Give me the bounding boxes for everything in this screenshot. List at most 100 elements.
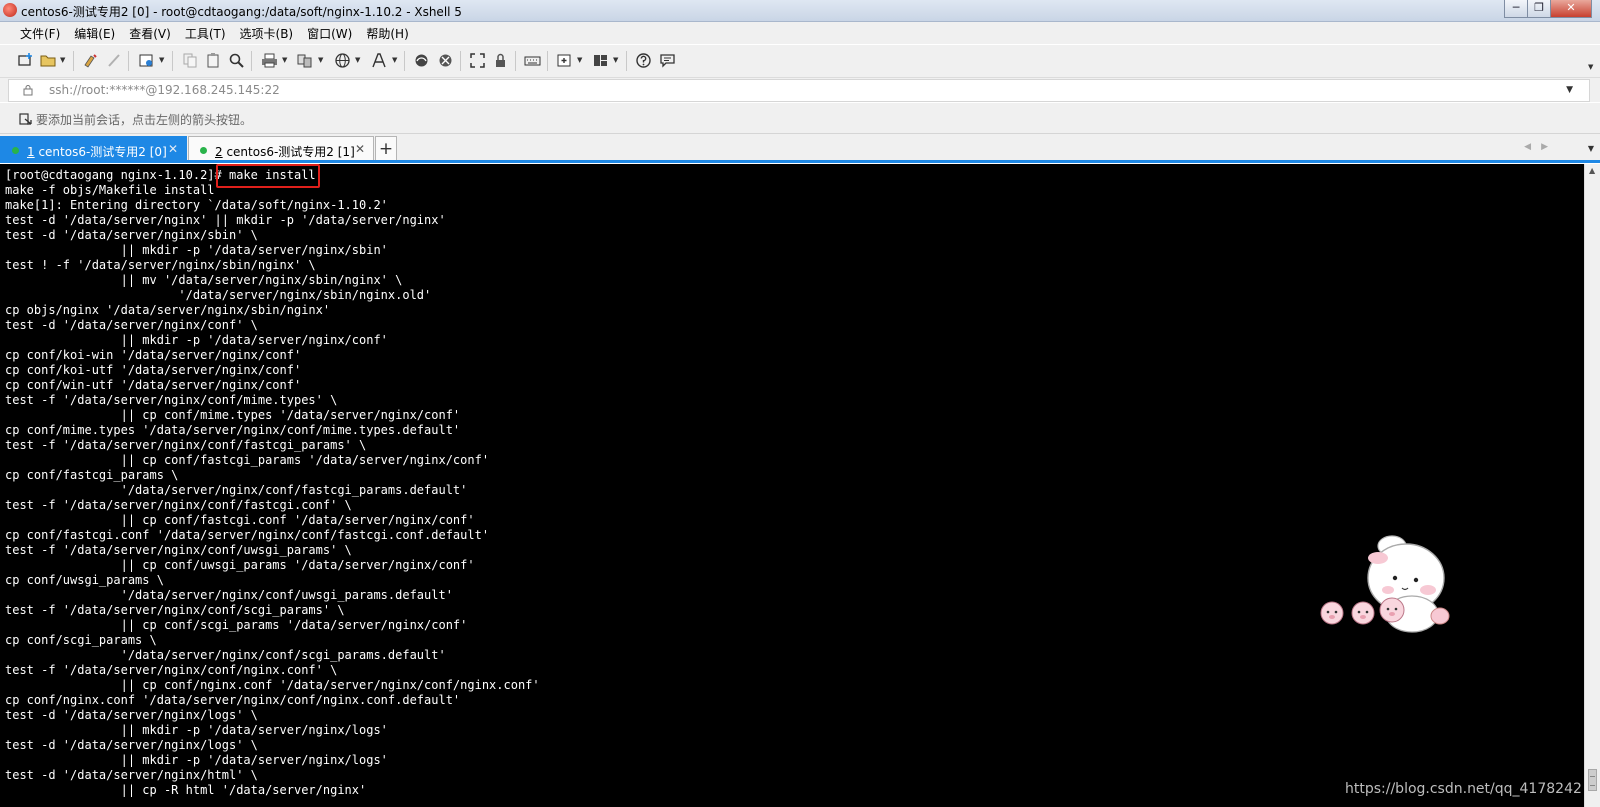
transfer-dropdown-arrow-icon[interactable]: ▼ [318, 56, 323, 64]
find-icon[interactable] [228, 52, 245, 69]
close-button[interactable]: ✕ [1550, 0, 1592, 18]
terminal-line: cp objs/nginx '/data/server/nginx/sbin/n… [5, 303, 331, 317]
window-title: centos6-测试专用2 [0] - root@cdtaogang:/data… [21, 5, 462, 19]
address-dropdown-icon[interactable]: ▼ [1566, 85, 1573, 95]
toolbar-separator [251, 51, 252, 71]
web-dropdown-arrow-icon[interactable]: ▼ [355, 56, 360, 64]
disconnect-icon[interactable] [106, 52, 123, 69]
hint-text: 要添加当前会话，点击左侧的箭头按钮。 [36, 113, 253, 127]
terminal-line: '/data/server/nginx/sbin/nginx.old' [5, 288, 432, 302]
print-dropdown-arrow-icon[interactable]: ▼ [282, 56, 287, 64]
scroll-thumb[interactable] [1588, 769, 1597, 791]
restore-button[interactable]: ❐ [1527, 0, 1551, 18]
keyboard-icon[interactable] [524, 52, 541, 69]
terminal-line: cp conf/uwsgi_params \ [5, 573, 164, 587]
menu-file[interactable]: 文件(F) [13, 25, 67, 42]
help-icon[interactable] [635, 52, 652, 69]
terminal-line: test -f '/data/server/nginx/conf/mime.ty… [5, 393, 338, 407]
terminal-line: test -f '/data/server/nginx/conf/fastcgi… [5, 438, 367, 452]
terminal-line: make[1]: Entering directory `/data/soft/… [5, 198, 388, 212]
terminal-line: || cp conf/fastcgi_params '/data/server/… [5, 453, 490, 467]
properties-dropdown-arrow-icon[interactable]: ▼ [159, 56, 164, 64]
terminal-line: test -d '/data/server/nginx/conf' \ [5, 318, 258, 332]
toolbar-separator [404, 51, 405, 71]
tab-list-dropdown-icon[interactable]: ▼ [1588, 144, 1594, 153]
terminal-line: || cp conf/mime.types '/data/server/ngin… [5, 408, 461, 422]
lock-icon[interactable] [492, 52, 509, 69]
active-tab-underline [0, 160, 1600, 163]
terminal-line: make -f objs/Makefile install [5, 183, 215, 197]
terminal-output[interactable]: [root@cdtaogang nginx-1.10.2]# make inst… [0, 164, 1584, 807]
scroll-grip-icon [1590, 776, 1595, 786]
terminal-line: test -f '/data/server/nginx/conf/nginx.c… [5, 663, 338, 677]
toolbar-separator [460, 51, 461, 71]
open-folder-icon[interactable] [40, 52, 57, 69]
terminal-line: || mkdir -p '/data/server/nginx/logs' [5, 723, 388, 737]
terminal-line: '/data/server/nginx/conf/fastcgi_params.… [5, 483, 468, 497]
tab-title: centos6-测试专用2 [0] [34, 145, 167, 159]
open-dropdown-arrow-icon[interactable]: ▼ [60, 56, 65, 64]
toolbar-separator [73, 51, 74, 71]
tab-label: 2 centos6-测试专用2 [1] [215, 143, 355, 160]
toolbar-separator [626, 51, 627, 71]
new-session-icon[interactable] [17, 52, 34, 69]
terminal-scrollbar[interactable]: ▲ [1584, 164, 1600, 807]
web-icon[interactable] [334, 52, 351, 69]
window-controls: ─ ❐ ✕ [1504, 0, 1592, 18]
title-bar: centos6-测试专用2 [0] - root@cdtaogang:/data… [0, 0, 1600, 22]
chat-icon[interactable] [659, 52, 676, 69]
xmanager-icon[interactable] [437, 52, 454, 69]
xftp-icon[interactable] [413, 52, 430, 69]
toolbar-separator [128, 51, 129, 71]
compose-icon[interactable] [556, 52, 573, 69]
layout-dropdown-arrow-icon[interactable]: ▼ [613, 56, 618, 64]
tab-close-icon[interactable]: ✕ [355, 142, 365, 156]
menu-help[interactable]: 帮助(H) [359, 25, 415, 42]
address-field[interactable]: ssh://root:******@192.168.245.145:22 ▼ [8, 79, 1590, 102]
terminal-line: cp conf/nginx.conf '/data/server/nginx/c… [5, 693, 461, 707]
reconnect-icon[interactable] [82, 52, 99, 69]
terminal-line: test -d '/data/server/nginx' || mkdir -p… [5, 213, 446, 227]
font-dropdown-arrow-icon[interactable]: ▼ [392, 56, 397, 64]
terminal-line: || mkdir -p '/data/server/nginx/logs' [5, 753, 388, 767]
compose-dropdown-arrow-icon[interactable]: ▼ [577, 56, 582, 64]
terminal-line: cp conf/mime.types '/data/server/nginx/c… [5, 423, 461, 437]
terminal-line: test ! -f '/data/server/nginx/sbin/nginx… [5, 258, 316, 272]
terminal-line: test -d '/data/server/nginx/sbin' \ [5, 228, 258, 242]
menu-window[interactable]: 窗口(W) [300, 25, 359, 42]
terminal-line: test -d '/data/server/nginx/logs' \ [5, 708, 258, 722]
tab-session-2[interactable]: 2 centos6-测试专用2 [1] ✕ [188, 136, 374, 162]
menu-edit[interactable]: 编辑(E) [67, 25, 122, 42]
terminal-line: || cp conf/nginx.conf '/data/server/ngin… [5, 678, 540, 692]
transfer-icon[interactable] [296, 52, 313, 69]
properties-icon[interactable] [138, 52, 155, 69]
terminal-line: || cp conf/scgi_params '/data/server/ngi… [5, 618, 468, 632]
connected-status-dot-icon [12, 147, 19, 154]
menu-view[interactable]: 查看(V) [122, 25, 178, 42]
add-session-arrow-icon[interactable] [19, 112, 33, 129]
terminal-line: || cp conf/fastcgi.conf '/data/server/ng… [5, 513, 475, 527]
layout-icon[interactable] [592, 52, 609, 69]
copy-icon[interactable] [182, 52, 199, 69]
menu-tab[interactable]: 选项卡(B) [233, 25, 301, 42]
scroll-up-arrow-icon[interactable]: ▲ [1589, 166, 1595, 175]
session-hint-bar: 要添加当前会话，点击左侧的箭头按钮。 [0, 103, 1600, 134]
toolbar-overflow-arrow-icon[interactable]: ▼ [1588, 63, 1593, 71]
toolbar-separator [172, 51, 173, 71]
fullscreen-icon[interactable] [469, 52, 486, 69]
tab-session-1[interactable]: 1 centos6-测试专用2 [0] ✕ [0, 136, 187, 162]
xshell-app-icon [3, 3, 17, 17]
font-icon[interactable] [370, 52, 387, 69]
toolbar-separator [547, 51, 548, 71]
address-text: ssh://root:******@192.168.245.145:22 [49, 83, 280, 97]
terminal-line: cp conf/fastcgi_params \ [5, 468, 179, 482]
terminal-line: '/data/server/nginx/conf/scgi_params.def… [5, 648, 446, 662]
menu-tools[interactable]: 工具(T) [178, 25, 233, 42]
minimize-button[interactable]: ─ [1504, 0, 1528, 18]
paste-icon[interactable] [205, 52, 222, 69]
tab-scroll-arrows-icon[interactable]: ◀▶ [1524, 142, 1558, 152]
print-icon[interactable] [261, 52, 278, 69]
tab-label: 1 centos6-测试专用2 [0] [27, 143, 167, 160]
tab-close-icon[interactable]: ✕ [168, 142, 178, 156]
new-tab-plus-icon[interactable]: + [375, 136, 397, 162]
